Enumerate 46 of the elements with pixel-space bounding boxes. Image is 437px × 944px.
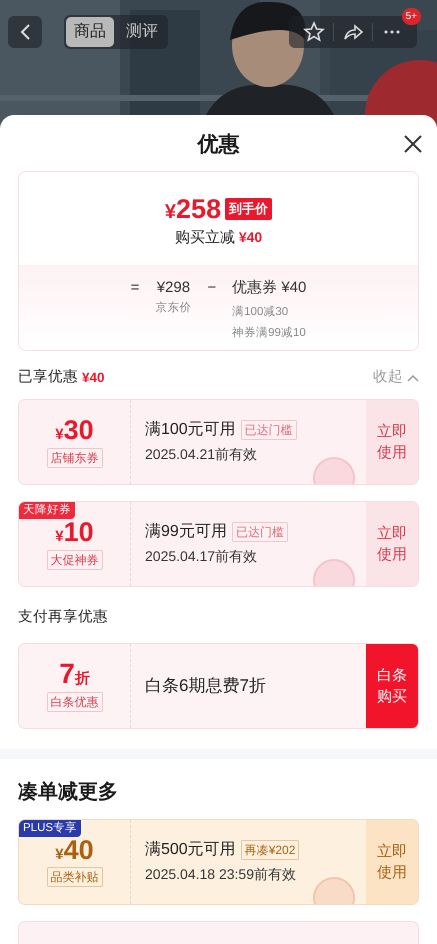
coupon-corner-tag: PLUS专享	[19, 820, 82, 837]
coupon-total: 优惠券 ¥40	[232, 278, 306, 298]
tab[interactable]: 测评	[118, 17, 166, 47]
back-icon	[19, 23, 31, 41]
coupon-type: 品类补贴	[46, 867, 102, 888]
coupon-validity: 2025.04.21前有效	[145, 445, 258, 464]
coupon-detail: 满100减30	[232, 304, 290, 320]
collapse-toggle[interactable]: 收起	[373, 367, 419, 389]
coupon-type: 大促神券	[46, 550, 102, 570]
back-button[interactable]	[8, 16, 42, 48]
coupon-validity: 2025.04.18 23:59前有效	[145, 865, 297, 884]
coupon-corner-tag: 天降好券	[19, 502, 75, 519]
coupon-detail: 神券满99减10	[232, 326, 306, 341]
coupon-condition: 满100元可用	[145, 420, 236, 440]
section-title: 凑单减更多	[18, 780, 119, 804]
use-coupon-button[interactable]: 立即使用	[366, 502, 418, 586]
chevron-up-icon	[407, 374, 419, 382]
base-price: ¥298	[156, 278, 190, 298]
tab[interactable]: 商品	[66, 17, 114, 47]
section-title: 支付再享优惠	[18, 608, 108, 627]
coupon-condition: 满500元可用	[145, 840, 236, 860]
coupon-condition: 满99元可用	[145, 522, 227, 542]
equals-sign: =	[130, 278, 140, 298]
discount-label: 购买立减	[174, 228, 235, 248]
final-price: ¥258	[164, 196, 222, 222]
offer-value: 7折	[59, 659, 90, 690]
section-title: 已享优惠	[18, 368, 78, 387]
coupon-status: 已达门槛	[240, 420, 297, 440]
enjoyed-amount: ¥40	[82, 368, 105, 387]
price-tag: 到手价	[225, 198, 272, 220]
coupon-amount: ¥30	[55, 416, 94, 446]
base-price-label: 京东价	[155, 300, 192, 316]
use-coupon-button[interactable]: 立即使用	[366, 400, 418, 484]
discount-amount: ¥40	[238, 228, 262, 246]
coupon-status: 已达门槛	[232, 522, 288, 542]
coupon-amount: ¥40	[55, 836, 94, 866]
offer-type: 白条优惠	[46, 692, 102, 712]
use-coupon-button[interactable]: 立即使用	[366, 820, 418, 904]
minus-sign: −	[207, 278, 216, 298]
coupon-status: 再凑¥202	[240, 840, 300, 860]
sheet-title: 优惠	[198, 133, 240, 156]
baitiao-buy-button[interactable]: 白条购买	[366, 644, 418, 728]
coupon-validity: 2025.04.17前有效	[145, 547, 258, 566]
offer-description: 白条6期息费7折	[145, 674, 267, 697]
coupon-amount: ¥10	[55, 518, 94, 548]
coupon-type: 店铺东券	[46, 448, 102, 468]
